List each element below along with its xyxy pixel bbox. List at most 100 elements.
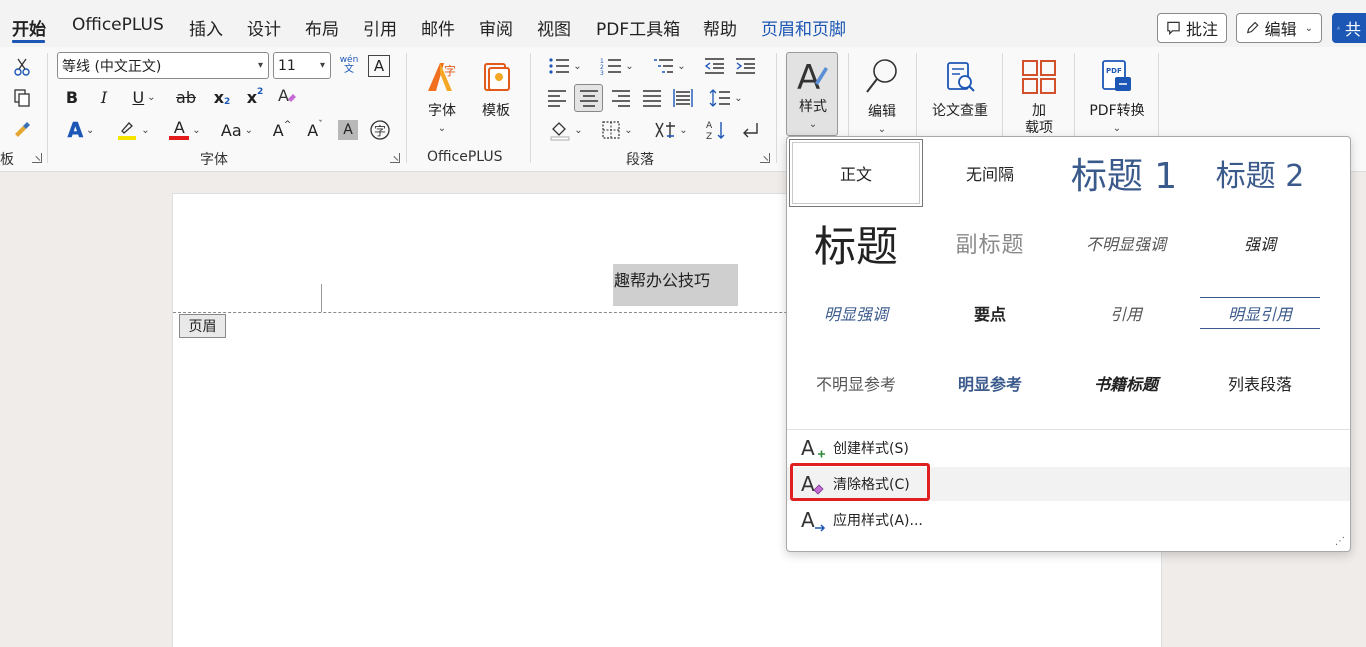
change-case-button[interactable]: Aa ⌄ [214, 118, 260, 142]
shrink-font-button[interactable]: Aˇ [303, 118, 327, 142]
cut-button[interactable] [10, 55, 34, 79]
officeplus-group-label: OfficePLUS [427, 149, 503, 165]
font-size-combo[interactable]: 11 ▾ [273, 52, 331, 79]
justify-button[interactable] [640, 86, 664, 110]
style-list-paragraph[interactable]: 列表段落 [1193, 349, 1327, 417]
pdf-convert-button[interactable]: PDF PDF转换 ⌄ [1084, 57, 1150, 137]
font-color-button[interactable]: A ⌄ [164, 118, 206, 142]
svg-text:A: A [278, 86, 289, 105]
style-title-label: 标题 [813, 221, 898, 271]
style-quote[interactable]: 引用 [1059, 279, 1193, 347]
style-subtitle[interactable]: 副标题 [923, 209, 1057, 277]
paper-check-button[interactable]: 论文查重 [928, 57, 992, 120]
style-emphasis[interactable]: 强调 [1193, 209, 1327, 277]
multilevel-list-button[interactable]: ⌄ [648, 54, 690, 78]
align-left-button[interactable] [545, 86, 569, 110]
bullets-button[interactable]: ⌄ [544, 54, 586, 78]
numbering-button[interactable]: 1 2 3 ⌄ [596, 54, 638, 78]
highlight-color-button[interactable]: ⌄ [112, 118, 154, 142]
clear-formatting-button[interactable]: A [275, 84, 299, 108]
chevron-down-icon[interactable]: ▾ [258, 60, 263, 71]
underline-button[interactable]: U ⌄ [124, 86, 164, 108]
tab-view[interactable]: 视图 [537, 15, 571, 40]
officeplus-font-button[interactable]: 字 字体 ⌄ [420, 57, 464, 137]
header-text[interactable]: 趣帮办公技巧 [613, 264, 738, 306]
text-effects-button[interactable]: A ⌄ [60, 118, 102, 143]
style-heading-2[interactable]: 标题 2 [1193, 139, 1327, 207]
chevron-down-icon: ⌄ [808, 119, 818, 130]
tab-design[interactable]: 设计 [247, 15, 281, 40]
tab-pdf-toolbox[interactable]: PDF工具箱 [596, 15, 680, 40]
style-intense-quote[interactable]: 明显引用 [1193, 279, 1327, 347]
style-title[interactable]: 标题 [789, 209, 923, 277]
align-center-button[interactable] [574, 84, 603, 112]
superscript-button[interactable]: x2 [243, 86, 267, 108]
editing-button[interactable]: 编辑 ⌄ [858, 54, 906, 138]
bold-button[interactable]: B [62, 86, 82, 108]
addins-label-line1: 加 [1032, 103, 1046, 119]
styles-a-brush-icon: A [793, 57, 833, 97]
show-marks-button[interactable] [738, 118, 762, 142]
pdf-convert-label: PDF转换 [1089, 103, 1145, 119]
borders-button[interactable]: ⌄ [596, 118, 638, 142]
clear-format-icon: A [278, 86, 296, 105]
scissors-icon [14, 58, 30, 76]
font-launcher-icon[interactable] [390, 153, 400, 163]
tab-insert[interactable]: 插入 [189, 15, 223, 40]
style-normal[interactable]: 正文 [789, 139, 923, 207]
char-border-icon: A [373, 57, 385, 75]
style-intense-reference[interactable]: 明显参考 [923, 349, 1057, 417]
style-heading-1-label: 标题 1 [1070, 156, 1178, 197]
share-button[interactable]: 共 [1332, 13, 1366, 43]
outdent-icon [704, 58, 724, 74]
styles-button[interactable]: A 样式 ⌄ [786, 52, 838, 136]
clipboard-group-label: 板 [0, 152, 14, 168]
subscript-button[interactable]: x2 [210, 86, 234, 108]
tab-help[interactable]: 帮助 [703, 15, 737, 40]
resize-grip-icon[interactable]: ⋰ [1335, 536, 1345, 547]
sort-button[interactable]: AZ [705, 118, 729, 142]
clipboard-launcher-icon[interactable] [32, 153, 42, 163]
comments-button[interactable]: 批注 [1157, 13, 1227, 43]
apply-styles-item[interactable]: A 应用样式(A)... [787, 503, 1350, 537]
style-book-title[interactable]: 书籍标题 [1059, 349, 1193, 417]
char-shading-button[interactable]: A [338, 120, 358, 140]
style-strong[interactable]: 要点 [923, 279, 1057, 347]
decrease-indent-button[interactable] [702, 54, 726, 78]
paragraph-launcher-icon[interactable] [760, 153, 770, 163]
officeplus-template-button[interactable]: 模板 [474, 57, 518, 120]
italic-button[interactable]: I [94, 86, 114, 108]
style-subtle-reference[interactable]: 不明显参考 [789, 349, 923, 417]
tab-review[interactable]: 审阅 [479, 15, 513, 40]
addins-button[interactable]: 加 载项 [1014, 57, 1064, 137]
copy-button[interactable] [10, 86, 34, 110]
chevron-down-icon: ⌄ [677, 60, 686, 72]
phonetic-guide-button[interactable]: wén 文 [337, 53, 361, 77]
style-subtle-emphasis[interactable]: 不明显强调 [1059, 209, 1193, 277]
enclose-char-button[interactable]: A [368, 55, 390, 77]
numbered-list-icon: 123 [600, 58, 622, 76]
chinese-layout-button[interactable]: ⌄ [650, 118, 692, 142]
tab-references[interactable]: 引用 [363, 15, 397, 40]
tab-layout[interactable]: 布局 [305, 15, 339, 40]
tab-officeplus[interactable]: OfficePLUS [72, 15, 164, 35]
font-name-combo[interactable]: 等线 (中文正文) ▾ [57, 52, 269, 79]
style-no-spacing[interactable]: 无间隔 [923, 139, 1057, 207]
enclosed-char-button[interactable]: 字 [368, 118, 392, 142]
style-intense-emphasis[interactable]: 明显强调 [789, 279, 923, 347]
style-heading-1[interactable]: 标题 1 [1057, 139, 1191, 207]
format-painter-button[interactable] [10, 118, 34, 142]
tab-home[interactable]: 开始 [12, 15, 46, 40]
line-spacing-button[interactable]: ⌄ [705, 86, 747, 110]
shading-button[interactable]: ⌄ [545, 118, 587, 142]
increase-indent-button[interactable] [733, 54, 757, 78]
chevron-down-icon[interactable]: ▾ [320, 60, 325, 71]
distributed-button[interactable] [671, 86, 695, 110]
editing-mode-button[interactable]: 编辑 ⌄ [1236, 13, 1322, 43]
strikethrough-button[interactable]: ab [174, 86, 198, 108]
align-right-button[interactable] [609, 86, 633, 110]
tab-mailings[interactable]: 邮件 [421, 15, 455, 40]
create-style-item[interactable]: A 创建样式(S) [787, 431, 1350, 465]
tab-header-footer[interactable]: 页眉和页脚 [761, 15, 846, 40]
grow-font-button[interactable]: A ^ [270, 118, 294, 142]
